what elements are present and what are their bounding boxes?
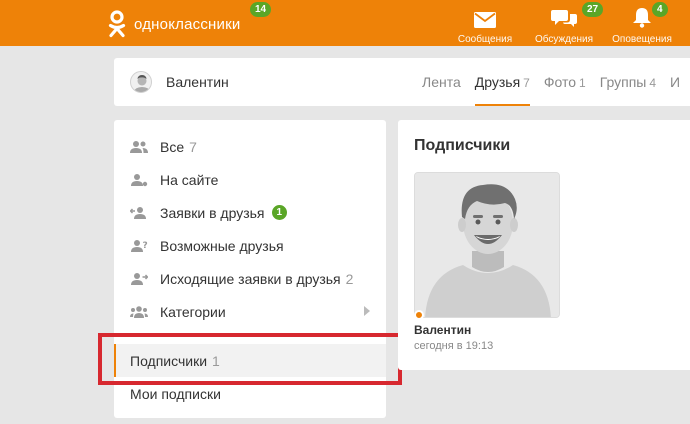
ok-logo-icon bbox=[108, 10, 126, 38]
avatar[interactable] bbox=[130, 71, 152, 93]
highlight-frame bbox=[98, 333, 402, 385]
nav-messages-label: Сообщения bbox=[457, 34, 513, 45]
tab-groups-count: 4 bbox=[649, 76, 657, 90]
tab-photos-label: Фото bbox=[543, 74, 577, 90]
top-bar: одноклассники 14 Сообщения Обсуждения 27… bbox=[0, 0, 690, 46]
envelope-icon bbox=[445, 6, 525, 28]
menu-item-count: 7 bbox=[189, 138, 197, 155]
tab-groups-label: Группы bbox=[599, 74, 647, 90]
nav-notifications[interactable]: Оповещения bbox=[602, 6, 682, 45]
tab-friends-count: 7 bbox=[523, 76, 530, 90]
nav-messages[interactable]: Сообщения bbox=[445, 6, 525, 45]
menu-item-label: Мои подписки bbox=[130, 385, 221, 402]
bell-icon bbox=[602, 6, 682, 28]
menu-item-online[interactable]: На сайте bbox=[114, 163, 386, 196]
menu-item-possible-friends[interactable]: ? Возможные друзья bbox=[114, 229, 386, 262]
panel-title: Подписчики bbox=[414, 137, 511, 154]
menu-item-label: Заявки в друзья bbox=[160, 204, 265, 221]
menu-item-label: Все bbox=[160, 138, 185, 155]
menu-item-outgoing[interactable]: Исходящие заявки в друзья 2 bbox=[114, 262, 386, 295]
tab-more[interactable]: И bbox=[670, 58, 680, 106]
user-outgoing-icon bbox=[130, 271, 148, 287]
menu-item-label: Возможные друзья bbox=[160, 237, 284, 254]
notifications-badge: 4 bbox=[652, 2, 668, 17]
users-icon bbox=[130, 139, 148, 155]
menu-item-label: Категории bbox=[160, 303, 226, 320]
profile-tabs: Лента Друзья 7 Фото 1 Группы 4 И bbox=[422, 58, 690, 106]
logo-text: одноклассники bbox=[134, 15, 241, 33]
menu-item-label: Исходящие заявки в друзья bbox=[160, 270, 341, 287]
tab-friends[interactable]: Друзья 7 bbox=[474, 58, 530, 106]
menu-item-count: 2 bbox=[345, 270, 354, 287]
online-indicator bbox=[414, 310, 424, 320]
subscriber-name[interactable]: Валентин bbox=[414, 323, 471, 337]
subscribers-panel: Подписчики Валентин сегодня в 19:13 bbox=[398, 120, 690, 370]
menu-item-categories[interactable]: Категории bbox=[114, 295, 386, 328]
nav-notifications-label: Оповещения bbox=[612, 34, 672, 45]
tab-friends-label: Друзья bbox=[474, 74, 521, 90]
logo-badge: 14 bbox=[250, 2, 272, 17]
menu-item-label: На сайте bbox=[160, 171, 219, 188]
profile-header: Валентин Лента Друзья 7 Фото 1 Группы 4 И bbox=[114, 58, 690, 106]
user-incoming-icon bbox=[130, 205, 148, 221]
tab-groups[interactable]: Группы 4 bbox=[600, 58, 656, 106]
nav-discussions-label: Обсуждения bbox=[534, 34, 594, 45]
users-group-icon bbox=[130, 304, 148, 320]
svg-text:?: ? bbox=[143, 241, 148, 251]
subscriber-last-seen: сегодня в 19:13 bbox=[414, 340, 494, 352]
menu-item-all[interactable]: Все 7 bbox=[114, 130, 386, 163]
logo[interactable]: одноклассники bbox=[108, 10, 240, 38]
menu-item-requests[interactable]: Заявки в друзья 1 bbox=[114, 196, 386, 229]
discussions-badge: 27 bbox=[582, 2, 604, 17]
requests-badge: 1 bbox=[271, 205, 288, 220]
tab-photos-count: 1 bbox=[579, 76, 586, 90]
user-question-icon: ? bbox=[130, 238, 148, 254]
tab-photos[interactable]: Фото 1 bbox=[544, 58, 586, 106]
user-online-icon bbox=[130, 172, 148, 188]
tab-more-label: И bbox=[670, 74, 681, 90]
profile-name[interactable]: Валентин bbox=[166, 74, 229, 90]
tab-feed-label: Лента bbox=[422, 74, 461, 90]
tab-feed[interactable]: Лента bbox=[422, 58, 461, 106]
subscriber-photo[interactable] bbox=[414, 172, 560, 318]
chevron-right-icon bbox=[364, 306, 370, 316]
